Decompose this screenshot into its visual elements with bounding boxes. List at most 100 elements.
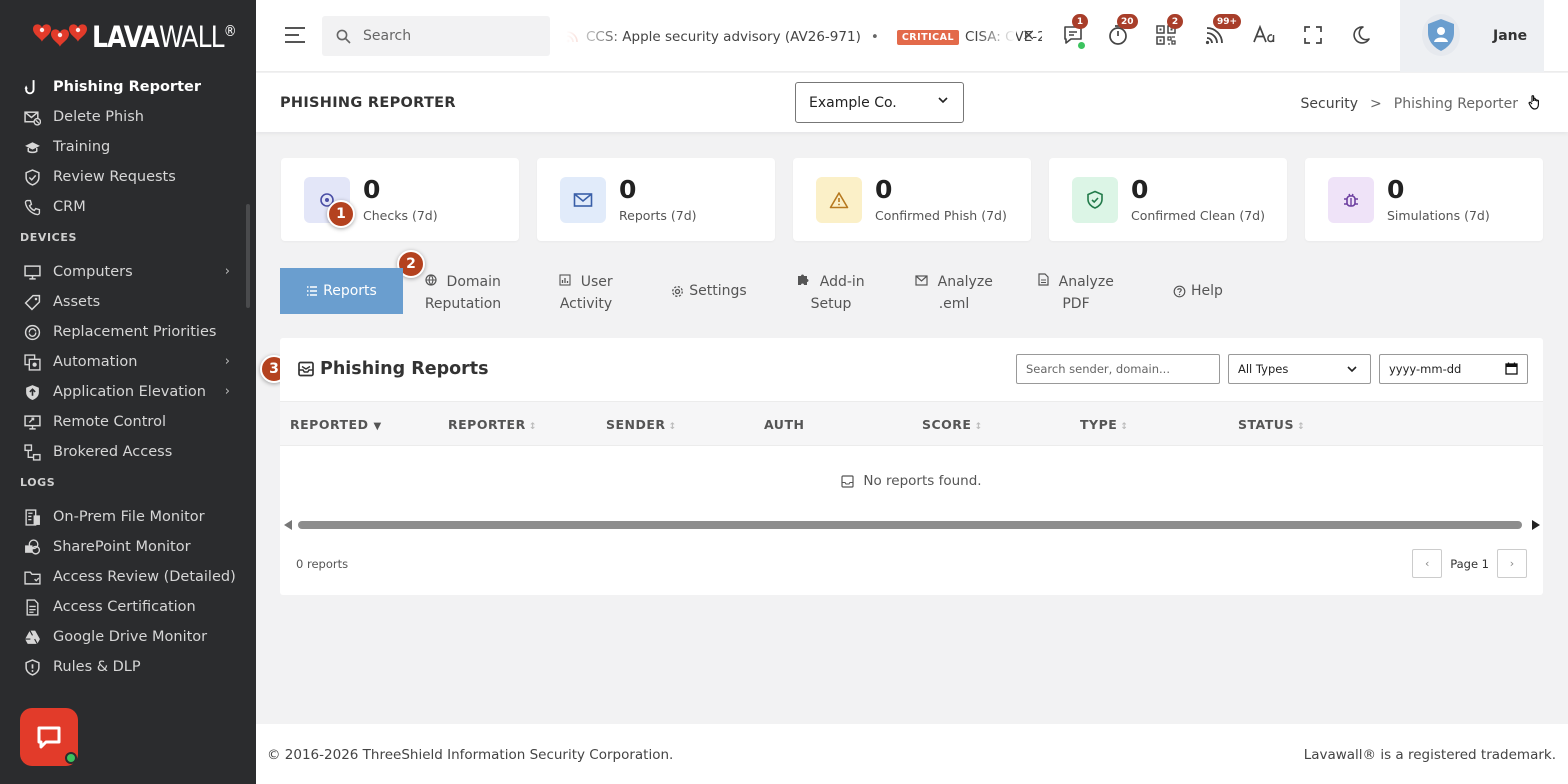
user-menu[interactable]: Jane xyxy=(1400,0,1544,72)
tab-user-activity[interactable]: User Activity xyxy=(530,270,642,316)
avatar[interactable] xyxy=(1422,14,1460,56)
scroll-right-arrow[interactable] xyxy=(1532,520,1540,530)
tab-help[interactable]: Help xyxy=(1142,268,1254,314)
type-filter-select[interactable]: All Types xyxy=(1228,354,1371,384)
tab-analyze-eml[interactable]: Analyze .eml xyxy=(898,270,1010,316)
feed-button[interactable]: 99+ xyxy=(1202,14,1242,48)
date-placeholder: yyyy-mm-dd xyxy=(1389,362,1462,376)
global-search-input[interactable]: Search xyxy=(322,16,550,56)
sidebar-item-phishing-reporter[interactable]: Phishing Reporter xyxy=(0,72,248,102)
chevron-right-icon[interactable]: › xyxy=(225,354,230,369)
pdf-file-icon xyxy=(1038,273,1049,286)
automation-icon xyxy=(24,353,41,371)
tag-icon xyxy=(24,294,41,311)
next-page-button[interactable]: › xyxy=(1497,549,1527,578)
tab-analyze-pdf[interactable]: Analyze PDF xyxy=(1020,270,1132,316)
sidebar-item-google-drive-monitor[interactable]: Google Drive Monitor xyxy=(0,622,248,652)
sidebar-item-label: Application Elevation xyxy=(53,384,206,400)
stat-label: Checks (7d) xyxy=(363,208,438,223)
sidebar-item-access-certification[interactable]: Access Certification xyxy=(0,592,248,622)
sidebar-item-brokered-access[interactable]: Brokered Access xyxy=(0,437,248,467)
horizontal-scrollbar[interactable] xyxy=(284,519,1540,531)
column-header-reported[interactable]: REPORTED ▼ xyxy=(290,417,382,432)
type-selected-value: All Types xyxy=(1238,362,1289,376)
chevron-right-icon[interactable]: › xyxy=(225,384,230,399)
sidebar-item-training[interactable]: Training xyxy=(0,132,248,162)
sidebar-item-label: Computers xyxy=(53,264,133,280)
sidebar-item-access-review[interactable]: Access Review (Detailed) xyxy=(0,562,248,592)
tab-label: Analyze xyxy=(1058,274,1114,290)
sidebar-item-label: Remote Control xyxy=(53,414,166,430)
fullscreen-button[interactable] xyxy=(1300,22,1326,48)
column-header-score[interactable]: SCORE ↕ xyxy=(922,417,983,432)
sidebar-item-review-requests[interactable]: Review Requests xyxy=(0,162,248,192)
font-size-button[interactable] xyxy=(1251,22,1277,48)
breadcrumb-security[interactable]: Security xyxy=(1301,96,1359,112)
tab-label: Reputation xyxy=(424,296,502,312)
column-header-status[interactable]: STATUS ↕ xyxy=(1238,417,1305,432)
sender-search-input[interactable]: Search sender, domain... xyxy=(1016,354,1220,384)
sort-icon: ↕ xyxy=(1296,422,1305,432)
copyright-text: © 2016-2026 ThreeShield Information Secu… xyxy=(267,747,674,763)
menu-toggle-button[interactable] xyxy=(284,26,306,48)
column-header-reporter[interactable]: REPORTER ↕ xyxy=(448,417,537,432)
tab-domain-reputation[interactable]: Domain Reputation xyxy=(403,270,523,316)
sidebar-item-on-prem-file-monitor[interactable]: On-Prem File Monitor xyxy=(0,502,248,532)
date-filter-input[interactable]: yyyy-mm-dd xyxy=(1379,354,1528,384)
sidebar-item-remote-control[interactable]: Remote Control xyxy=(0,407,248,437)
calendar-icon[interactable] xyxy=(1505,362,1518,375)
sidebar-item-sharepoint-monitor[interactable]: SharePoint Monitor xyxy=(0,532,248,562)
sidebar-item-delete-phish[interactable]: Delete Phish xyxy=(0,102,248,132)
sidebar-item-replacement-priorities[interactable]: Replacement Priorities xyxy=(0,317,248,347)
ticker-item[interactable]: CCS: Apple security advisory (AV26-971) xyxy=(586,29,861,45)
moon-icon xyxy=(1353,26,1370,44)
tab-addin-setup[interactable]: Add-in Setup xyxy=(775,270,887,316)
sidebar-item-label: Review Requests xyxy=(53,169,176,185)
scrollbar-thumb[interactable] xyxy=(298,521,1522,529)
stat-label: Simulations (7d) xyxy=(1387,208,1490,223)
recycle-icon xyxy=(24,324,41,341)
user-name[interactable]: Jane xyxy=(1493,28,1527,44)
sidebar-item-label: Delete Phish xyxy=(53,109,144,125)
messages-button[interactable]: 1 xyxy=(1060,14,1088,49)
bug-icon xyxy=(1328,177,1374,223)
news-ticker[interactable]: CCS: Apple security advisory (AV26-971) … xyxy=(566,26,1042,48)
top-header: Search CCS: Apple security advisory (AV2… xyxy=(256,0,1568,72)
sidebar-item-crm[interactable]: CRM xyxy=(0,192,248,222)
company-selected-value: Example Co. xyxy=(809,94,897,111)
lavawall-logo[interactable]: LAVAWALL® xyxy=(32,18,259,56)
fullscreen-icon xyxy=(1304,26,1322,44)
sidebar-scrollbar[interactable] xyxy=(246,204,250,308)
sidebar-item-application-elevation[interactable]: Application Elevation › xyxy=(0,377,248,407)
company-select[interactable]: Example Co. xyxy=(795,82,964,123)
sidebar-item-automation[interactable]: Automation › xyxy=(0,347,248,377)
hamburger-icon xyxy=(285,27,305,43)
file-building-icon xyxy=(24,508,41,526)
sidebar-item-assets[interactable]: Assets xyxy=(0,287,248,317)
sharepoint-icon xyxy=(24,538,41,556)
scroll-left-arrow[interactable] xyxy=(284,520,292,530)
sidebar-item-rules-dlp[interactable]: Rules & DLP xyxy=(0,652,248,682)
tab-reports[interactable]: Reports xyxy=(280,268,403,314)
puzzle-icon xyxy=(798,274,809,285)
sidebar-item-label: Access Review (Detailed) xyxy=(53,569,236,585)
tab-settings[interactable]: Settings xyxy=(650,268,768,314)
gear-icon xyxy=(672,285,684,297)
sidebar-item-computers[interactable]: Computers › xyxy=(0,257,248,287)
prev-page-button[interactable]: ‹ xyxy=(1412,549,1443,578)
sidebar-item-label: Assets xyxy=(53,294,101,310)
tab-label: .eml xyxy=(938,296,970,312)
column-header-type[interactable]: TYPE ↕ xyxy=(1080,417,1128,432)
online-dot xyxy=(1078,42,1085,49)
stat-value: 0 xyxy=(1387,175,1405,204)
qr-button[interactable]: 2 xyxy=(1153,14,1183,48)
dark-mode-toggle[interactable] xyxy=(1348,22,1374,48)
sidebar: LAVAWALL® Phishing Reporter Delete Phish… xyxy=(0,0,256,784)
column-header-sender[interactable]: SENDER ↕ xyxy=(606,417,677,432)
ticker-close-button[interactable]: × xyxy=(1022,25,1035,44)
timer-button[interactable]: 20 xyxy=(1105,14,1138,48)
sort-icon: ↕ xyxy=(668,422,677,432)
footer: © 2016-2026 ThreeShield Information Secu… xyxy=(256,724,1568,784)
chevron-right-icon[interactable]: › xyxy=(225,264,230,279)
sidebar-item-label: On-Prem File Monitor xyxy=(53,509,205,525)
